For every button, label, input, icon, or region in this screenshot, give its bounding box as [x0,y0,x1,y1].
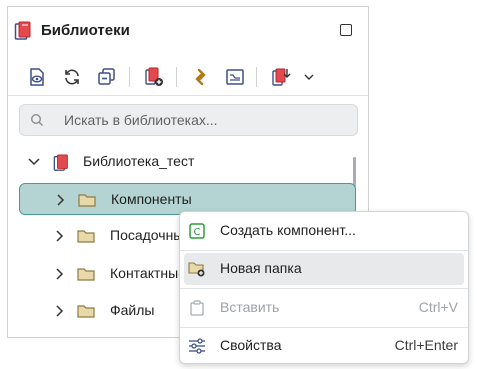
tree-item-label: Библиотека_тест [83,153,195,169]
toolbar [8,57,368,96]
menu-item-new-folder[interactable]: Новая папка [184,253,464,285]
chevron-down-icon[interactable] [27,155,41,174]
search-icon [30,113,44,132]
menu-item-properties[interactable]: Свойства Ctrl+Enter [184,330,464,362]
menu-separator [180,327,468,328]
context-menu: C Создать компонент... Новая папка Встав… [179,211,469,364]
search-placeholder: Искать в библиотеках... [64,112,218,128]
chevron-right-icon[interactable] [52,304,66,323]
refresh-icon[interactable] [61,66,83,88]
search-input[interactable]: Искать в библиотеках... [19,104,358,136]
chevron-right-icon[interactable] [52,267,66,286]
library-icon [53,154,71,177]
menu-item-label: Свойства [220,337,282,353]
tree-item-label: Компоненты [111,191,192,207]
link-icon[interactable] [190,66,212,88]
folder-icon [77,303,95,324]
new-folder-icon [188,260,206,278]
chevron-down-icon[interactable] [298,66,320,88]
menu-item-shortcut: Ctrl+V [418,299,458,315]
svg-text:C: C [194,227,201,238]
toolbar-separator [129,67,130,87]
toolbar-separator [176,67,177,87]
chevron-right-icon[interactable] [53,193,67,212]
maximize-icon[interactable] [340,24,352,36]
chevron-right-icon[interactable] [52,229,66,248]
menu-separator [180,250,468,251]
paste-icon [188,299,206,317]
folder-icon [77,228,95,249]
library-icon [14,21,34,46]
folder-icon [77,266,95,287]
panel-header: Библиотеки [8,7,368,55]
toolbar-separator [256,67,257,87]
show-library-icon[interactable] [26,66,48,88]
folder-icon [78,192,96,213]
panel-title: Библиотеки [41,22,130,39]
menu-item-shortcut: Ctrl+Enter [394,337,458,353]
menu-item-label: Создать компонент... [220,222,356,238]
tree-item-label: Файлы [110,302,155,318]
create-component-icon: C [188,222,206,240]
properties-panel-icon[interactable] [224,66,246,88]
import-library-icon[interactable] [270,66,292,88]
properties-icon [188,337,206,355]
menu-item-label: Вставить [220,299,280,315]
menu-separator [180,288,468,289]
add-library-icon[interactable] [143,66,165,88]
collapse-all-icon[interactable] [96,66,118,88]
menu-item-label: Новая папка [220,260,302,276]
tree-item-library[interactable]: Библиотека_тест [19,146,356,178]
menu-item-create-component[interactable]: C Создать компонент... [184,215,464,247]
menu-item-paste[interactable]: Вставить Ctrl+V [184,292,464,324]
scrollbar[interactable] [353,157,356,187]
